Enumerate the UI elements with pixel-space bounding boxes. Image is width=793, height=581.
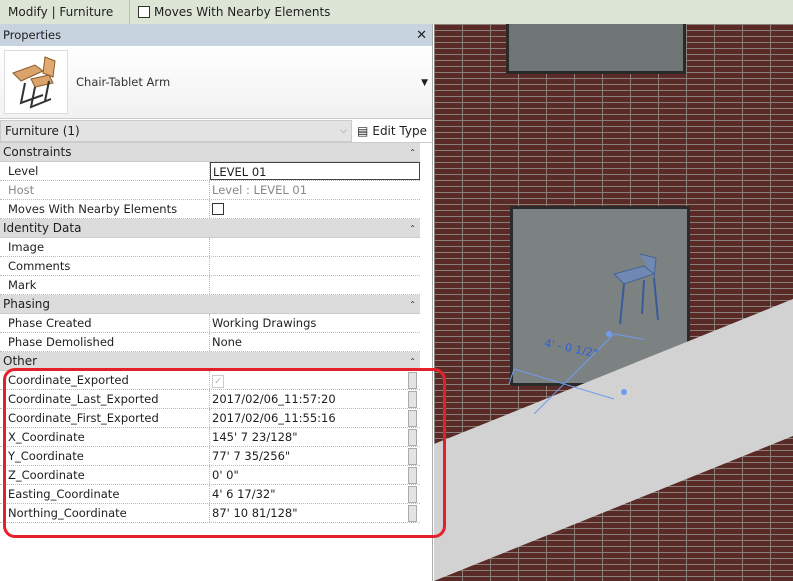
parameter-button[interactable] — [408, 448, 417, 465]
property-name: Northing_Coordinate — [0, 504, 210, 522]
property-name: X_Coordinate — [0, 428, 210, 446]
parameter-button[interactable] — [408, 505, 417, 522]
property-value[interactable]: LEVEL 01 — [210, 162, 420, 180]
parameter-button[interactable] — [408, 391, 417, 408]
parameter-button[interactable] — [408, 486, 417, 503]
dimension-annotation — [508, 331, 644, 414]
property-row: Moves With Nearby Elements — [0, 200, 420, 219]
collapse-icon[interactable]: ⌃ — [409, 224, 416, 233]
property-value[interactable] — [210, 257, 420, 275]
property-row: Phase Created Working Drawings — [0, 314, 420, 333]
context-toolbar: Modify | Furniture Moves With Nearby Ele… — [0, 0, 793, 24]
property-row: Mark — [0, 276, 420, 295]
property-name: Easting_Coordinate — [0, 485, 210, 503]
property-value[interactable]: 77' 7 35/256" — [210, 447, 405, 465]
property-name: Moves With Nearby Elements — [0, 200, 210, 218]
property-name: Coordinate_First_Exported — [0, 409, 210, 427]
property-row: Host Level : LEVEL 01 — [0, 181, 420, 200]
checkbox-checked: ✓ — [212, 375, 225, 388]
parameter-button[interactable] — [408, 372, 417, 389]
property-row: Easting_Coordinate 4' 6 17/32" — [0, 485, 420, 504]
group-other[interactable]: Other ⌃ — [0, 352, 420, 371]
property-row: Phase Demolished None — [0, 333, 420, 352]
group-label: Phasing — [3, 297, 51, 311]
group-identity-data[interactable]: Identity Data ⌃ — [0, 219, 420, 238]
property-value[interactable] — [210, 200, 420, 218]
dropdown-arrow-icon[interactable]: ▼ — [421, 78, 428, 88]
parameter-button[interactable] — [408, 467, 417, 484]
property-name: Comments — [0, 257, 210, 275]
parameter-button[interactable] — [408, 429, 417, 446]
property-value[interactable] — [210, 276, 420, 294]
type-name: Chair-Tablet Arm — [76, 75, 171, 89]
property-name: Level — [0, 162, 210, 180]
properties-header: Properties ✕ — [0, 24, 432, 46]
property-name: Y_Coordinate — [0, 447, 210, 465]
property-value[interactable]: Level : LEVEL 01 — [210, 181, 420, 199]
property-name: Image — [0, 238, 210, 256]
property-value[interactable]: 2017/02/06_11:57:20 — [210, 390, 405, 408]
property-name: Phase Demolished — [0, 333, 210, 351]
edit-type-label: Edit Type — [372, 123, 427, 138]
property-name: Coordinate_Last_Exported — [0, 390, 210, 408]
properties-title: Properties — [3, 28, 62, 42]
property-name: Phase Created — [0, 314, 210, 332]
property-value[interactable]: Working Drawings — [210, 314, 420, 332]
property-row: Level LEVEL 01 — [0, 162, 420, 181]
property-value[interactable]: 87' 10 81/128" — [210, 504, 405, 522]
collapse-icon[interactable]: ⌃ — [409, 148, 416, 157]
property-row: Y_Coordinate 77' 7 35/256" — [0, 447, 420, 466]
group-phasing[interactable]: Phasing ⌃ — [0, 295, 420, 314]
property-row: X_Coordinate 145' 7 23/128" — [0, 428, 420, 447]
property-value[interactable]: 0' 0" — [210, 466, 405, 484]
moves-label: Moves With Nearby Elements — [154, 5, 331, 19]
property-row: Comments — [0, 257, 420, 276]
close-icon[interactable]: ✕ — [416, 28, 427, 43]
property-row: Z_Coordinate 0' 0" — [0, 466, 420, 485]
group-label: Constraints — [3, 145, 72, 159]
properties-panel: Properties ✕ Chair-Tablet Arm ▼ Furniture… — [0, 24, 433, 581]
chair-thumbnail-icon — [4, 50, 68, 114]
collapse-icon[interactable]: ⌃ — [409, 300, 416, 309]
property-name: Coordinate_Exported — [0, 371, 210, 389]
property-value[interactable]: 4' 6 17/32" — [210, 485, 405, 503]
moves-checkbox[interactable] — [138, 6, 150, 18]
property-row: Coordinate_Exported ✓ — [0, 371, 420, 390]
property-name: Host — [0, 181, 210, 199]
property-value[interactable]: 2017/02/06_11:55:16 — [210, 409, 405, 427]
group-label: Identity Data — [3, 221, 82, 235]
property-row: Image — [0, 238, 420, 257]
edit-type-button[interactable]: ▤ Edit Type — [352, 124, 432, 138]
property-row: Northing_Coordinate 87' 10 81/128" — [0, 504, 420, 523]
collapse-icon[interactable]: ⌃ — [409, 357, 416, 366]
window-upper — [506, 24, 686, 74]
edit-type-icon: ▤ — [357, 123, 369, 138]
property-name: Z_Coordinate — [0, 466, 210, 484]
element-filter-dropdown[interactable]: Furniture (1) ⌵ — [0, 119, 352, 142]
context-tab[interactable]: Modify | Furniture — [0, 0, 130, 24]
property-value[interactable]: 145' 7 23/128" — [210, 428, 405, 446]
property-value[interactable] — [210, 238, 420, 256]
moves-with-nearby-option[interactable]: Moves With Nearby Elements — [138, 5, 330, 19]
checkbox[interactable] — [212, 203, 224, 215]
type-selector[interactable]: Chair-Tablet Arm ▼ — [0, 46, 432, 119]
group-constraints[interactable]: Constraints ⌃ — [0, 143, 420, 162]
property-row: Coordinate_Last_Exported 2017/02/06_11:57… — [0, 390, 420, 409]
group-label: Other — [3, 354, 38, 368]
property-row: Coordinate_First_Exported 2017/02/06_11:5… — [0, 409, 420, 428]
property-name: Mark — [0, 276, 210, 294]
filter-label: Furniture (1) — [5, 123, 80, 138]
properties-grid: Constraints ⌃ Level LEVEL 01 Host Level : LEV… — [0, 143, 432, 523]
property-value: ✓ — [210, 371, 405, 389]
parameter-button[interactable] — [408, 410, 417, 427]
filter-row: Furniture (1) ⌵ ▤ Edit Type — [0, 119, 432, 143]
property-value[interactable]: None — [210, 333, 420, 351]
3d-viewport[interactable]: 4' - 0 1/2" — [434, 24, 793, 581]
chevron-down-icon: ⌵ — [340, 125, 347, 136]
